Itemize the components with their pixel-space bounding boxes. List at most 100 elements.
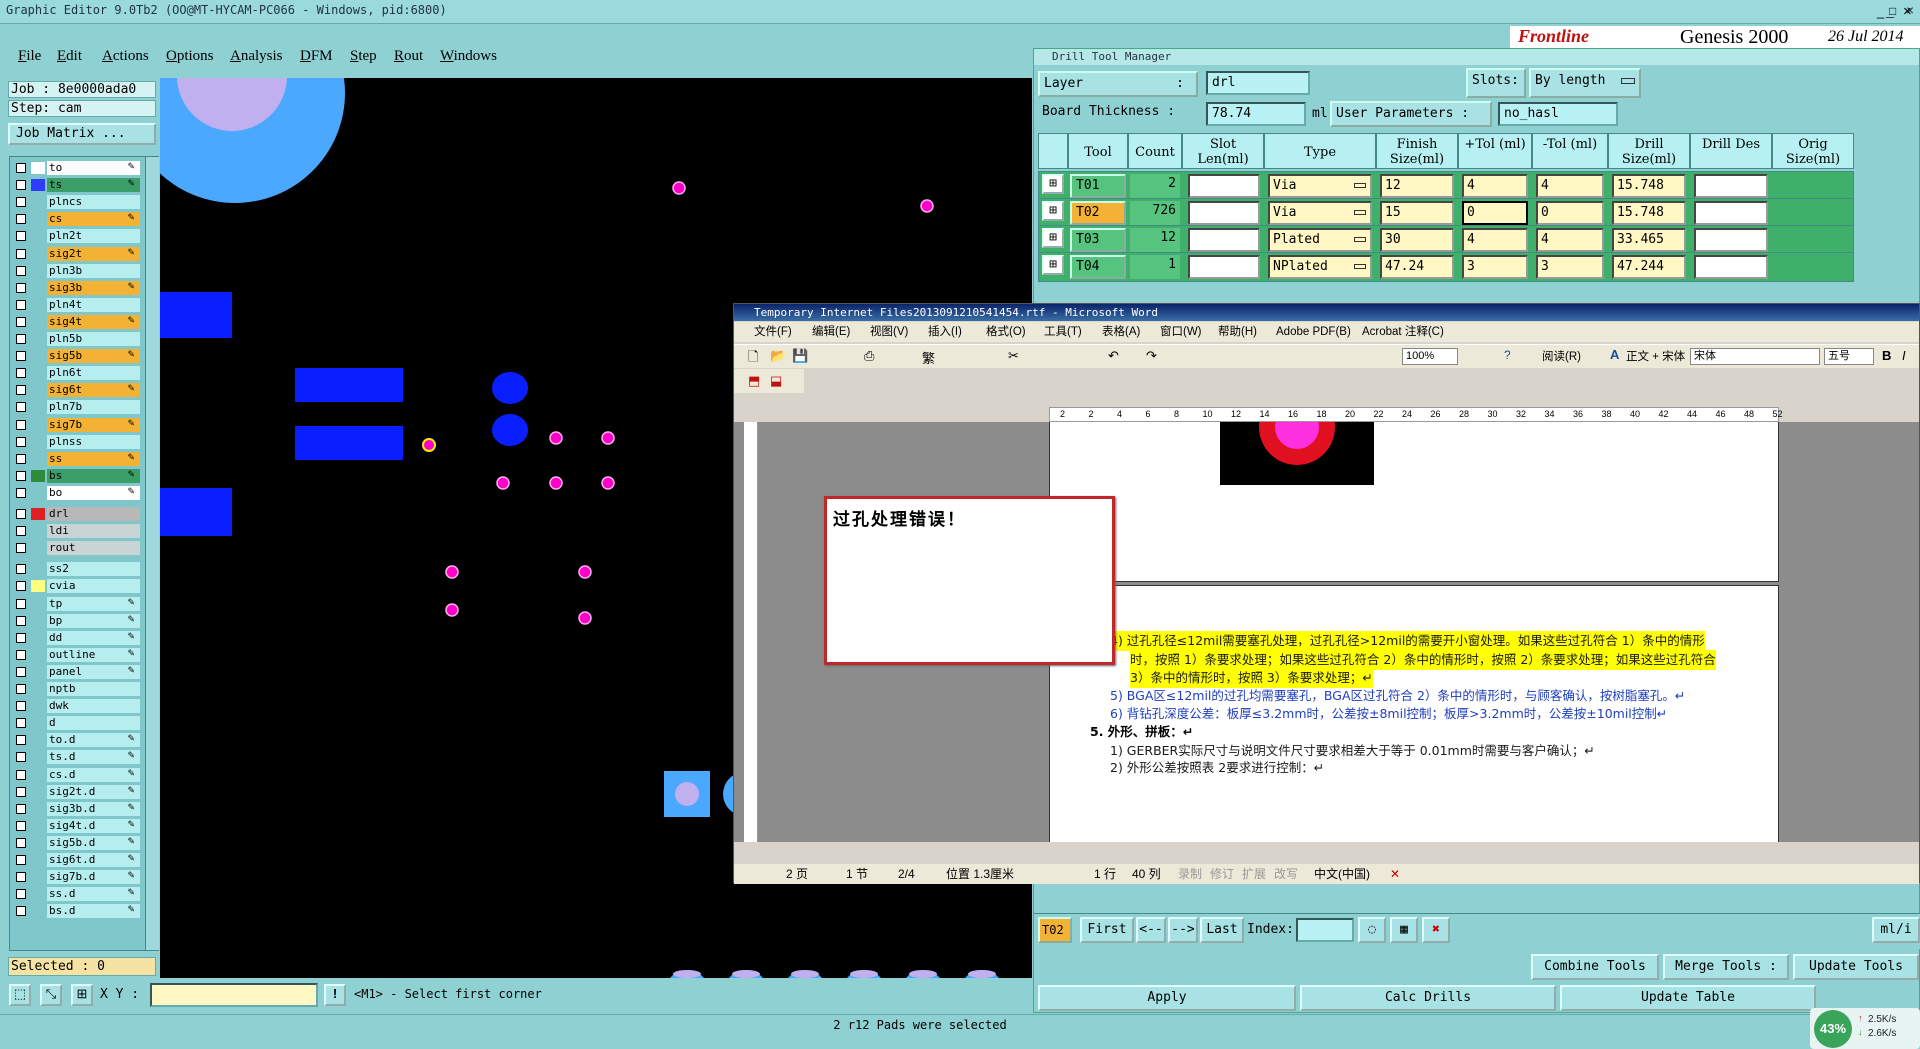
layer-name[interactable]: cvia bbox=[47, 579, 140, 594]
layer-name[interactable]: bo bbox=[47, 485, 140, 500]
layer-row[interactable]: sig4t.d ✎ bbox=[13, 818, 140, 833]
menu-windows[interactable]: Windows bbox=[440, 48, 497, 65]
layer-row[interactable]: ss.d ✎ bbox=[13, 887, 140, 902]
layer-checkbox[interactable] bbox=[16, 632, 26, 643]
layer-row[interactable]: panel ✎ bbox=[13, 664, 140, 679]
type-select[interactable]: Via bbox=[1268, 201, 1372, 225]
layer-row[interactable]: sig7b.d ✎ bbox=[13, 870, 140, 885]
layer-row[interactable]: ts ✎ bbox=[13, 178, 140, 193]
expand-icon[interactable]: ⊞ bbox=[1042, 174, 1064, 194]
layer-row[interactable]: bs ✎ bbox=[13, 468, 140, 483]
word-menu-acrobat[interactable]: Acrobat 注释(C) bbox=[1362, 322, 1444, 342]
layer-name[interactable]: rout bbox=[47, 541, 140, 556]
layer-name[interactable]: pln6t bbox=[47, 366, 140, 381]
layer-row[interactable]: tp ✎ bbox=[13, 596, 140, 611]
word-menu-table[interactable]: 表格(A) bbox=[1102, 322, 1140, 342]
word-menu-format[interactable]: 格式(O) bbox=[986, 322, 1026, 342]
layer-checkbox[interactable] bbox=[16, 282, 26, 293]
layer-name[interactable]: ldi bbox=[47, 524, 140, 539]
layer-checkbox[interactable] bbox=[16, 197, 26, 208]
layer-name[interactable]: d bbox=[47, 716, 140, 731]
layer-name[interactable]: bs.d bbox=[47, 904, 140, 919]
layer-row[interactable]: bo ✎ bbox=[13, 485, 140, 500]
layer-name[interactable]: sig6t bbox=[47, 383, 140, 398]
menu-file[interactable]: File bbox=[18, 48, 41, 65]
layer-row[interactable]: pln5b bbox=[13, 332, 140, 346]
layer-checkbox[interactable] bbox=[16, 453, 26, 464]
layer-name[interactable]: outline bbox=[47, 647, 140, 662]
layer-name[interactable]: pln5b bbox=[47, 332, 140, 346]
layer-row[interactable]: dd ✎ bbox=[13, 630, 140, 645]
menu-analysis[interactable]: Analysis bbox=[230, 48, 283, 65]
layer-checkbox[interactable] bbox=[16, 543, 26, 554]
layer-name[interactable]: sig2t.d bbox=[47, 784, 140, 799]
layer-checkbox[interactable] bbox=[16, 803, 26, 814]
layer-checkbox[interactable] bbox=[16, 231, 26, 242]
layer-row[interactable]: bs.d ✎ bbox=[13, 904, 140, 919]
select-mode-icon[interactable]: ⬚ bbox=[9, 984, 31, 1006]
word-menu-window[interactable]: 窗口(W) bbox=[1160, 322, 1202, 342]
layer-name[interactable]: sig4t.d bbox=[47, 818, 140, 833]
job-matrix-button[interactable]: Job Matrix ... bbox=[8, 123, 156, 145]
next-button[interactable]: --> bbox=[1168, 917, 1198, 943]
layer-name[interactable]: ts bbox=[47, 178, 140, 193]
layer-checkbox[interactable] bbox=[16, 180, 26, 191]
styles-icon[interactable]: A bbox=[1610, 347, 1619, 362]
grid-icon[interactable]: ⊞ bbox=[71, 984, 93, 1006]
drill-size-input[interactable]: 15.748 bbox=[1612, 174, 1686, 198]
layer-row[interactable]: to.d ✎ bbox=[13, 733, 140, 748]
redo-icon[interactable]: ↷ bbox=[1146, 348, 1157, 364]
layer-name[interactable]: bp bbox=[47, 613, 140, 628]
help-icon[interactable]: ? bbox=[1504, 348, 1511, 362]
layer-name[interactable]: bs bbox=[47, 468, 140, 483]
layer-row[interactable]: plnss bbox=[13, 434, 140, 449]
layer-row[interactable]: rout bbox=[13, 541, 140, 556]
layer-checkbox[interactable] bbox=[16, 837, 26, 848]
layer-row[interactable]: dwk bbox=[13, 699, 140, 714]
drill-size-input[interactable]: 47.244 bbox=[1612, 255, 1686, 279]
status-track[interactable]: 修订 bbox=[1210, 864, 1234, 884]
minus-tol-input[interactable]: 3 bbox=[1536, 255, 1604, 279]
layer-row[interactable]: sig6t ✎ bbox=[13, 383, 140, 398]
drill-size-input[interactable]: 33.465 bbox=[1612, 228, 1686, 252]
layer-checkbox[interactable] bbox=[16, 769, 26, 780]
layer-checkbox[interactable] bbox=[16, 402, 26, 413]
menu-rout[interactable]: Rout bbox=[394, 48, 423, 65]
finish-size-input[interactable]: 47.24 bbox=[1380, 255, 1454, 279]
drill-des-input[interactable] bbox=[1694, 255, 1768, 279]
plus-tol-input[interactable]: 4 bbox=[1462, 228, 1528, 252]
layer-name[interactable]: ss bbox=[47, 451, 140, 466]
layer-checkbox[interactable] bbox=[16, 470, 26, 481]
menu-edit[interactable]: Edit bbox=[57, 48, 82, 65]
layer-checkbox[interactable] bbox=[16, 820, 26, 831]
layer-checkbox[interactable] bbox=[16, 419, 26, 430]
layer-checkbox[interactable] bbox=[16, 436, 26, 447]
new-doc-icon[interactable]: 🗋 bbox=[748, 348, 758, 370]
layer-name[interactable]: pln3b bbox=[47, 263, 140, 278]
table-icon[interactable]: ▦ bbox=[1390, 917, 1418, 943]
layer-name[interactable]: ts.d bbox=[47, 750, 140, 765]
layer-row[interactable]: sig3b.d ✎ bbox=[13, 801, 140, 816]
layer-checkbox[interactable] bbox=[16, 316, 26, 327]
layer-name[interactable]: ss.d bbox=[47, 887, 140, 902]
slot-len-input[interactable] bbox=[1188, 174, 1260, 198]
word-menu-adobe-pdf[interactable]: Adobe PDF(B) bbox=[1276, 322, 1351, 342]
calc-drills-button[interactable]: Calc Drills bbox=[1300, 985, 1556, 1011]
word-menu-help[interactable]: 帮助(H) bbox=[1218, 322, 1257, 342]
layer-checkbox[interactable] bbox=[16, 615, 26, 626]
layer-name[interactable]: pln4t bbox=[47, 297, 140, 312]
pdf-settings-icon[interactable]: ⬓ bbox=[770, 373, 782, 389]
layer-scrollbar[interactable] bbox=[145, 157, 159, 950]
spelling-icon[interactable]: ✕ bbox=[1390, 864, 1400, 884]
tool-id[interactable]: T04 bbox=[1070, 255, 1126, 279]
layer-checkbox[interactable] bbox=[16, 214, 26, 225]
last-button[interactable]: Last bbox=[1200, 917, 1244, 943]
layer-checkbox[interactable] bbox=[16, 334, 26, 344]
units-button[interactable]: ml/i bbox=[1872, 917, 1920, 943]
layer-checkbox[interactable] bbox=[16, 581, 26, 592]
index-input[interactable] bbox=[1296, 918, 1354, 942]
layer-name[interactable]: sig2t bbox=[47, 246, 140, 261]
layer-name[interactable]: panel bbox=[47, 664, 140, 679]
layer-row[interactable]: pln2t bbox=[13, 229, 140, 244]
status-extend[interactable]: 扩展 bbox=[1242, 864, 1266, 884]
